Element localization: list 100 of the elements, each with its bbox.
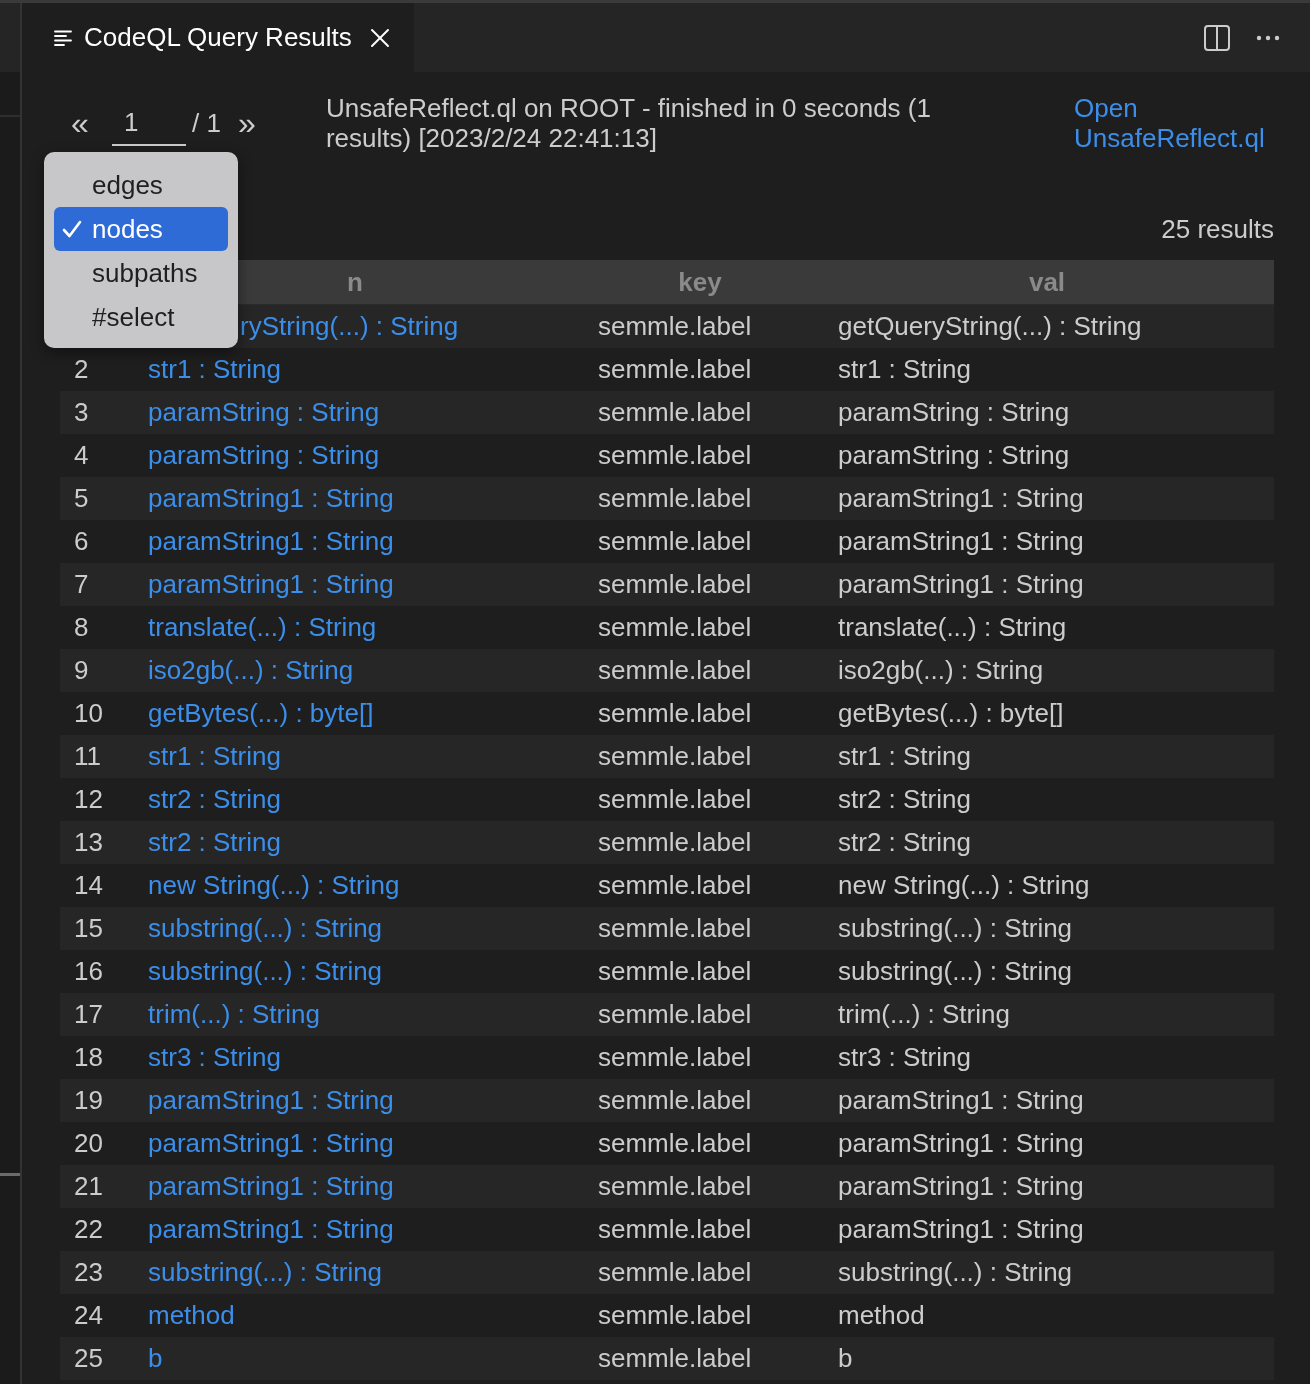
table-cell: str2 : String: [838, 827, 971, 857]
table-cell: semmle.label: [598, 1085, 752, 1115]
close-icon[interactable]: [369, 27, 390, 48]
node-link[interactable]: ryString(...) : String: [240, 311, 459, 341]
node-link[interactable]: getBytes(...) : byte[]: [148, 698, 374, 728]
row-number: 10: [74, 698, 103, 728]
table-cell: semmle.label: [598, 354, 752, 384]
node-link[interactable]: str2 : String: [148, 784, 281, 814]
node-link[interactable]: translate(...) : String: [148, 612, 377, 642]
row-number: 6: [74, 526, 89, 556]
row-number: 4: [74, 440, 89, 470]
node-link[interactable]: method: [148, 1300, 235, 1330]
node-link[interactable]: new String(...) : String: [148, 870, 400, 900]
check-icon: [62, 220, 82, 238]
table-cell: semmle.label: [598, 1343, 752, 1373]
node-link[interactable]: str1 : String: [148, 741, 281, 771]
row-number: 22: [74, 1214, 103, 1244]
table-cell: semmle.label: [598, 612, 752, 642]
editor-tab[interactable]: CodeQL Query Results: [22, 3, 414, 72]
table-cell: paramString1 : String: [838, 569, 1084, 599]
table-cell: semmle.label: [598, 784, 752, 814]
node-link[interactable]: substring(...) : String: [148, 1257, 383, 1287]
menu-item[interactable]: #select: [54, 295, 228, 339]
row-number: 9: [74, 655, 89, 685]
node-link[interactable]: iso2gb(...) : String: [148, 655, 354, 685]
table-cell: semmle.label: [598, 1257, 752, 1287]
table-cell: semmle.label: [598, 827, 752, 857]
menu-item[interactable]: nodes: [54, 207, 228, 251]
table-cell: substring(...) : String: [838, 1257, 1073, 1287]
row-number: 25: [74, 1343, 103, 1373]
node-link[interactable]: substring(...) : String: [148, 956, 383, 986]
row-number: 23: [74, 1257, 103, 1287]
row-number: 21: [74, 1171, 103, 1201]
table-cell: new String(...) : String: [838, 870, 1090, 900]
node-link[interactable]: paramString1 : String: [148, 1214, 394, 1244]
table-cell: semmle.label: [598, 741, 752, 771]
previous-page-button[interactable]: «: [60, 99, 100, 147]
table-cell: semmle.label: [598, 1300, 752, 1330]
split-editor-icon[interactable]: [1204, 24, 1230, 51]
table-cell: b: [838, 1343, 853, 1373]
table-cell: paramString1 : String: [838, 1214, 1084, 1244]
table-cell: semmle.label: [598, 999, 752, 1029]
table-cell: semmle.label: [598, 569, 752, 599]
open-query-link[interactable]: Open UnsafeReflect.ql: [1074, 93, 1274, 153]
node-link[interactable]: paramString1 : String: [148, 526, 394, 556]
row-number: 11: [74, 741, 101, 771]
result-count: 25 results: [1161, 214, 1274, 244]
node-link[interactable]: b: [148, 1343, 163, 1373]
node-link[interactable]: paramString : String: [148, 440, 380, 470]
table-cell: str1 : String: [838, 354, 971, 384]
query-summary: UnsafeReflect.ql on ROOT - finished in 0 seconds (1 results) [2023/2/24 22:41:13]: [325, 93, 932, 153]
row-number: 5: [74, 483, 89, 513]
row-number: 13: [74, 827, 103, 857]
table-cell: str3 : String: [838, 1042, 971, 1072]
row-number: 24: [74, 1300, 103, 1330]
table-cell: semmle.label: [598, 440, 752, 470]
row-number: 7: [74, 569, 89, 599]
table-cell: str1 : String: [838, 741, 971, 771]
table-cell: semmle.label: [598, 698, 752, 728]
row-number: 3: [74, 397, 89, 427]
menu-item[interactable]: edges: [54, 163, 228, 207]
table-cell: semmle.label: [598, 870, 752, 900]
table-cell: semmle.label: [598, 483, 752, 513]
row-number: 2: [74, 354, 89, 384]
table-cell: semmle.label: [598, 311, 752, 341]
table-cell: semmle.label: [598, 526, 752, 556]
row-number: 14: [74, 870, 103, 900]
node-link[interactable]: paramString1 : String: [148, 1085, 394, 1115]
table-cell: paramString1 : String: [838, 1085, 1084, 1115]
node-link[interactable]: str2 : String: [148, 827, 281, 857]
table-cell: getBytes(...) : byte[]: [838, 698, 1064, 728]
node-link[interactable]: paramString : String: [148, 397, 380, 427]
menu-item[interactable]: subpaths: [54, 251, 228, 295]
column-header[interactable]: n: [347, 266, 363, 297]
next-page-button[interactable]: »: [226, 99, 267, 147]
node-link[interactable]: substring(...) : String: [148, 913, 383, 943]
table-cell: method: [838, 1300, 925, 1330]
node-link[interactable]: paramString1 : String: [148, 1171, 394, 1201]
node-link[interactable]: trim(...) : String: [148, 999, 320, 1029]
more-icon[interactable]: [1256, 34, 1280, 41]
node-link[interactable]: paramString1 : String: [148, 569, 394, 599]
node-link[interactable]: str1 : String: [148, 354, 281, 384]
node-link[interactable]: paramString1 : String: [148, 1128, 394, 1158]
table-cell: substring(...) : String: [838, 913, 1073, 943]
row-number: 15: [74, 913, 103, 943]
table-cell: getQueryString(...) : String: [838, 311, 1142, 341]
table-cell: semmle.label: [598, 956, 752, 986]
table-cell: paramString1 : String: [838, 1171, 1084, 1201]
column-header[interactable]: val: [1028, 266, 1066, 297]
row-number: 8: [74, 612, 89, 642]
table-cell: semmle.label: [598, 1128, 752, 1158]
row-number: 16: [74, 956, 103, 986]
table-cell: semmle.label: [598, 655, 752, 685]
table-cell: trim(...) : String: [838, 999, 1010, 1029]
column-header[interactable]: key: [678, 266, 722, 297]
row-number: 20: [74, 1128, 103, 1158]
node-link[interactable]: paramString1 : String: [148, 483, 394, 513]
page-input[interactable]: 1: [112, 100, 186, 146]
node-link[interactable]: str3 : String: [148, 1042, 281, 1072]
table-cell: paramString : String: [838, 440, 1070, 470]
